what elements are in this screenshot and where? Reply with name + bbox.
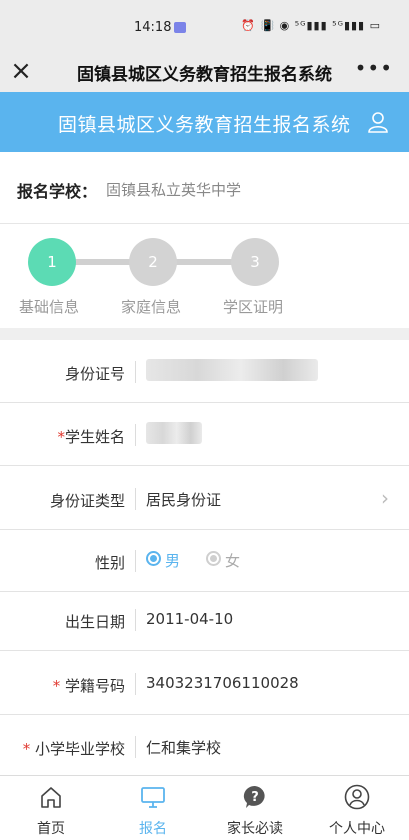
- required-mark: *: [52, 677, 65, 695]
- bottom-tab-bar: 首页 报名 ? 家长必读 个人中心: [0, 775, 409, 839]
- step-indicator: 1 2 3 基础信息 家庭信息 学区证明: [0, 224, 409, 324]
- school-value: 固镇县私立英华中学: [106, 181, 242, 199]
- field-divider: [135, 673, 136, 695]
- header-banner: 固镇县城区义务教育招生报名系统: [0, 92, 409, 152]
- form-row-primary-school: * 小学毕业学校 仁和集学校: [0, 716, 409, 778]
- primary-school-label: * 小学毕业学校: [23, 738, 125, 759]
- field-divider: [135, 424, 136, 446]
- student-code-label: * 学籍号码: [53, 675, 125, 696]
- tab-home[interactable]: 首页: [0, 776, 102, 840]
- gender-female-radio[interactable]: [206, 551, 221, 566]
- gender-female-label[interactable]: 女: [225, 550, 240, 571]
- status-time: 14:18: [134, 20, 172, 35]
- more-menu-icon[interactable]: •••: [355, 56, 393, 80]
- gender-label: 性别: [94, 554, 125, 572]
- person-icon: [344, 784, 370, 810]
- tab-register-label: 报名: [139, 821, 167, 837]
- tab-register[interactable]: 报名: [102, 776, 204, 840]
- id-type-label: 身份证类型: [49, 492, 125, 510]
- tab-parent-guide-label: 家长必读: [227, 821, 283, 837]
- primary-school-field[interactable]: 仁和集学校: [146, 737, 221, 758]
- field-divider: [135, 550, 136, 572]
- school-label: 报名学校：: [17, 182, 98, 201]
- status-bar: 14:18 ⏰ 📳 ◉ ⁵ᴳ▮▮▮ ⁵ᴳ▮▮▮ ▭: [0, 0, 409, 52]
- title-bar: × 固镇县城区义务教育招生报名系统 •••: [0, 52, 409, 92]
- field-divider: [135, 736, 136, 758]
- chevron-right-icon[interactable]: ›: [381, 486, 389, 510]
- step-connector: [74, 259, 134, 265]
- tab-profile-label: 个人中心: [329, 821, 385, 837]
- student-code-field[interactable]: 3403231706110028: [146, 674, 299, 692]
- field-divider: [135, 609, 136, 631]
- svg-text:?: ?: [251, 790, 259, 805]
- step-2-label: 家庭信息: [121, 298, 182, 316]
- primary-school-label-text: 小学毕业学校: [34, 740, 125, 758]
- field-divider: [135, 488, 136, 510]
- user-icon[interactable]: [367, 111, 389, 133]
- section-separator: [0, 328, 409, 340]
- student-name-label-text: 学生姓名: [64, 428, 125, 446]
- question-icon: ?: [243, 785, 265, 808]
- tab-profile[interactable]: 个人中心: [306, 776, 408, 840]
- home-icon: [41, 787, 61, 808]
- form-row-student-name: *学生姓名: [0, 404, 409, 466]
- form-row-birth-date: 出生日期 2011-04-10: [0, 589, 409, 651]
- required-mark: *: [57, 428, 65, 446]
- required-mark: *: [22, 740, 35, 758]
- id-number-label: 身份证号: [64, 365, 125, 383]
- field-divider: [135, 361, 136, 383]
- id-type-select[interactable]: 居民身份证: [146, 489, 221, 510]
- banner-title: 固镇县城区义务教育招生报名系统: [58, 114, 351, 136]
- form-row-id-type[interactable]: 身份证类型 居民身份证 ›: [0, 468, 409, 530]
- gender-male-label[interactable]: 男: [165, 550, 180, 571]
- student-code-label-text: 学籍号码: [64, 677, 125, 695]
- step-3-circle[interactable]: 3: [231, 238, 279, 286]
- gender-male-radio[interactable]: [146, 551, 161, 566]
- birth-date-field[interactable]: 2011-04-10: [146, 610, 233, 628]
- step-1-label: 基础信息: [19, 298, 80, 316]
- step-connector: [176, 259, 236, 265]
- tab-parent-guide[interactable]: ? 家长必读: [204, 776, 306, 840]
- tab-home-label: 首页: [37, 821, 65, 837]
- step-2-circle[interactable]: 2: [129, 238, 177, 286]
- app-notification-icon: [174, 22, 186, 33]
- form-row-gender: 性别 男 女: [0, 530, 409, 592]
- id-number-input[interactable]: [146, 359, 318, 381]
- form-row-id-number: 身份证号: [0, 341, 409, 403]
- status-icons: ⏰ 📳 ◉ ⁵ᴳ▮▮▮ ⁵ᴳ▮▮▮ ▭: [241, 19, 381, 32]
- page-title: 固镇县城区义务教育招生报名系统: [77, 65, 332, 85]
- step-3-label: 学区证明: [223, 298, 284, 316]
- monitor-icon: [141, 787, 165, 808]
- form-row-student-code: * 学籍号码 3403231706110028: [0, 653, 409, 715]
- step-1-circle[interactable]: 1: [28, 238, 76, 286]
- school-info: 报名学校： 固镇县私立英华中学: [0, 152, 409, 224]
- student-name-label: *学生姓名: [57, 426, 125, 447]
- birth-date-label: 出生日期: [64, 613, 125, 631]
- student-name-input[interactable]: [146, 422, 202, 444]
